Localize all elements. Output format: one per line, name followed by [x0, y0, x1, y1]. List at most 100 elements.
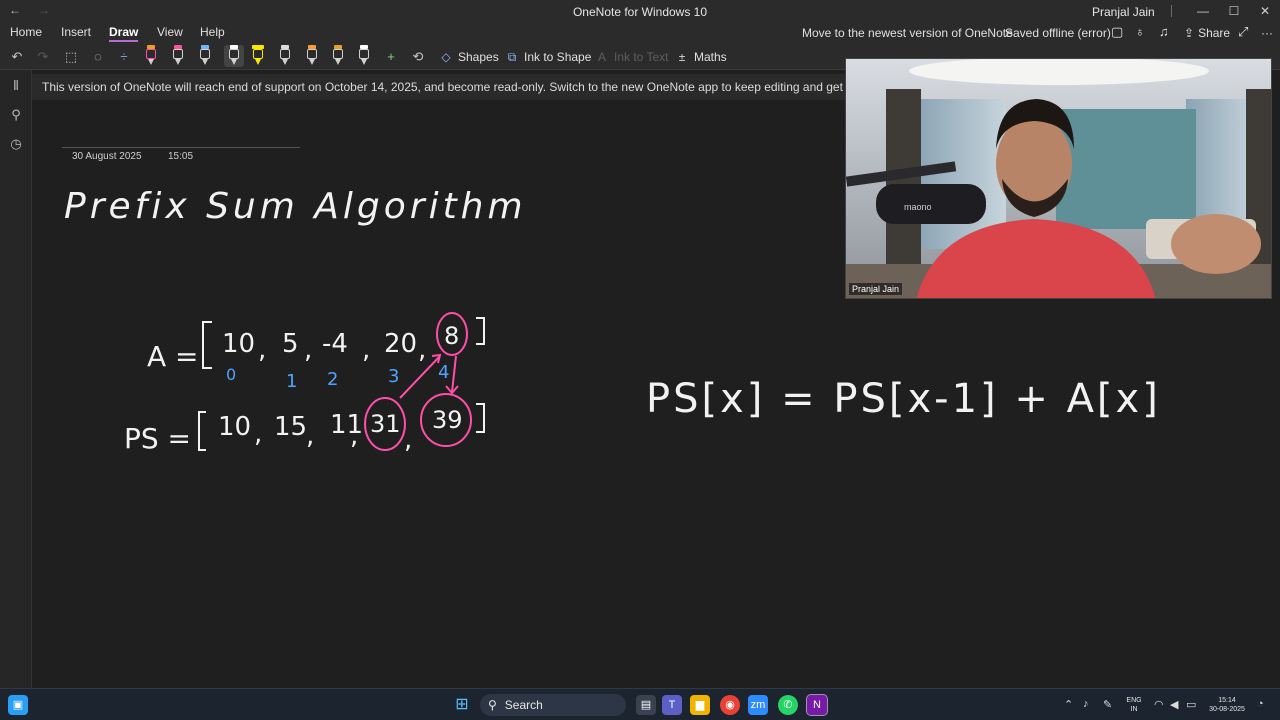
shapes-label: Shapes: [458, 50, 499, 64]
tab-help[interactable]: Help: [200, 25, 225, 39]
microphone-brand: maono: [904, 202, 932, 212]
bell-icon[interactable]: ♫: [1159, 24, 1169, 39]
tab-home[interactable]: Home: [10, 25, 42, 39]
start-windows-icon[interactable]: ⊞: [452, 695, 472, 715]
microphone-icon[interactable]: ♪: [1083, 698, 1089, 710]
battery-icon[interactable]: ▭: [1186, 698, 1196, 711]
language-indicator[interactable]: ENG IN: [1124, 696, 1144, 714]
pen-tip: [282, 59, 288, 65]
clock-date: 30-08-2025: [1209, 706, 1245, 713]
accent-wall: [1056, 109, 1196, 229]
pen-tip: [202, 59, 208, 65]
onenote-icon[interactable]: N: [806, 694, 828, 716]
taskbar-search[interactable]: ⚲ Search: [480, 694, 626, 716]
navigation-rail: ⫴ ⚲ ◷: [0, 70, 32, 688]
person-hand: [1171, 214, 1261, 274]
pen-tool-1[interactable]: [144, 45, 158, 67]
notebooks-icon[interactable]: ⫴: [8, 78, 24, 94]
page-time: 15:05: [168, 151, 194, 162]
tab-view[interactable]: View: [157, 25, 183, 39]
pen-body: [359, 49, 369, 59]
ink-replay-icon[interactable]: ⟲: [410, 49, 426, 65]
add-space-icon[interactable]: ÷: [116, 49, 132, 65]
recent-clock-icon[interactable]: ◷: [8, 136, 24, 152]
pen-tool-8[interactable]: [331, 45, 345, 67]
shapes-button[interactable]: ◇ Shapes: [439, 48, 499, 66]
notebook-icon[interactable]: ▢: [1111, 24, 1123, 40]
windows-taskbar: ▣ ⊞ ⚲ Search ▤ T ▆ ◉ zm ✆ N ⌃ ♪ ✎ ENG IN…: [0, 688, 1280, 720]
page-date: 30 August 2025: [72, 151, 142, 162]
redo-icon: ↷: [37, 49, 49, 64]
maximize-button[interactable]: ☐: [1219, 2, 1249, 20]
share-label: Share: [1198, 26, 1231, 40]
volume-icon[interactable]: ◀: [1170, 698, 1178, 711]
pen-body: [173, 49, 183, 59]
highlighter-tool[interactable]: [251, 45, 265, 67]
pen-tool-6[interactable]: [278, 45, 292, 67]
share-button[interactable]: ⇪ Share: [1184, 26, 1230, 40]
pen-tip: [148, 59, 154, 65]
pen-body: [333, 49, 343, 59]
pen-tip: [255, 59, 261, 65]
tab-insert[interactable]: Insert: [61, 25, 91, 39]
expand-icon[interactable]: ⤢: [1238, 24, 1248, 40]
eraser-icon[interactable]: ◌: [90, 49, 106, 65]
add-pen-icon[interactable]: +: [383, 49, 399, 65]
minimize-button[interactable]: —: [1188, 2, 1218, 20]
pen-tool-2[interactable]: [171, 45, 185, 67]
whatsapp-icon[interactable]: ✆: [778, 695, 798, 715]
window-title: OneNote for Windows 10: [572, 5, 708, 19]
more-options-icon[interactable]: ···: [1261, 26, 1273, 40]
end-of-support-banner: This version of OneNote will reach end o…: [32, 74, 846, 100]
upgrade-link[interactable]: Move to the newest version of OneNote: [802, 26, 1013, 40]
lightbulb-icon[interactable]: ♁: [1135, 24, 1145, 39]
search-icon[interactable]: ⚲: [8, 107, 24, 123]
search-label: Search: [504, 698, 543, 712]
shapes-icon: ◇: [441, 50, 451, 64]
clock[interactable]: 15:14 30-08-2025: [1203, 696, 1251, 714]
participant-name: Pranjal Jain: [849, 283, 903, 295]
sync-status[interactable]: Saved offline (error): [1005, 26, 1111, 40]
page-title-line: [62, 147, 300, 148]
ink-to-shape-button[interactable]: ⧉ Ink to Shape: [505, 48, 592, 66]
zoom-icon[interactable]: zm: [748, 695, 768, 715]
pen-tip: [231, 59, 237, 65]
pen-body: [280, 49, 290, 59]
pen-tip: [309, 59, 315, 65]
show-hidden-icons[interactable]: ⌃: [1064, 698, 1073, 711]
wifi-icon[interactable]: ◠: [1154, 698, 1164, 711]
notification-icon[interactable]: ◔: [1257, 698, 1264, 710]
ink-to-text-label: Ink to Text: [614, 50, 669, 64]
account-name[interactable]: Pranjal Jain: [1092, 5, 1155, 19]
lasso-select-icon[interactable]: ⬚: [63, 49, 79, 65]
title-separator: [1171, 5, 1172, 17]
pen-tool-3[interactable]: [198, 45, 212, 67]
tab-draw[interactable]: Draw: [109, 25, 139, 42]
maths-button[interactable]: ± Maths: [675, 48, 727, 66]
undo-icon[interactable]: ↶: [9, 49, 25, 65]
ink-to-shape-icon: ⧉: [507, 50, 517, 64]
chrome-icon[interactable]: ◉: [720, 695, 740, 715]
pen-body: [253, 49, 263, 59]
ink-to-text-button: A Ink to Text: [595, 48, 669, 66]
pen-tool-9[interactable]: [357, 45, 371, 67]
clock-time: 15:14: [1218, 697, 1236, 704]
teams-icon[interactable]: T: [662, 695, 682, 715]
ink-to-shape-label: Ink to Shape: [524, 50, 592, 64]
file-manager-icon[interactable]: ▤: [636, 695, 656, 715]
share-icon: ⇪: [1184, 26, 1195, 40]
maths-icon: ±: [678, 50, 686, 64]
pen-body: [229, 49, 239, 59]
pen-tip: [361, 59, 367, 65]
task-view-icon[interactable]: ▣: [8, 695, 28, 715]
pen-menu-icon[interactable]: ✎: [1103, 698, 1112, 711]
banner-text: This version of OneNote will reach end o…: [42, 80, 846, 94]
pen-tool-4-selected[interactable]: [224, 45, 244, 67]
pen-body: [146, 49, 156, 59]
language-top: ENG: [1126, 697, 1142, 704]
ink-to-text-icon: A: [597, 50, 606, 64]
pen-tip: [175, 59, 181, 65]
pen-tool-7[interactable]: [305, 45, 319, 67]
close-button[interactable]: ✕: [1250, 2, 1280, 20]
folder-icon[interactable]: ▆: [690, 695, 710, 715]
